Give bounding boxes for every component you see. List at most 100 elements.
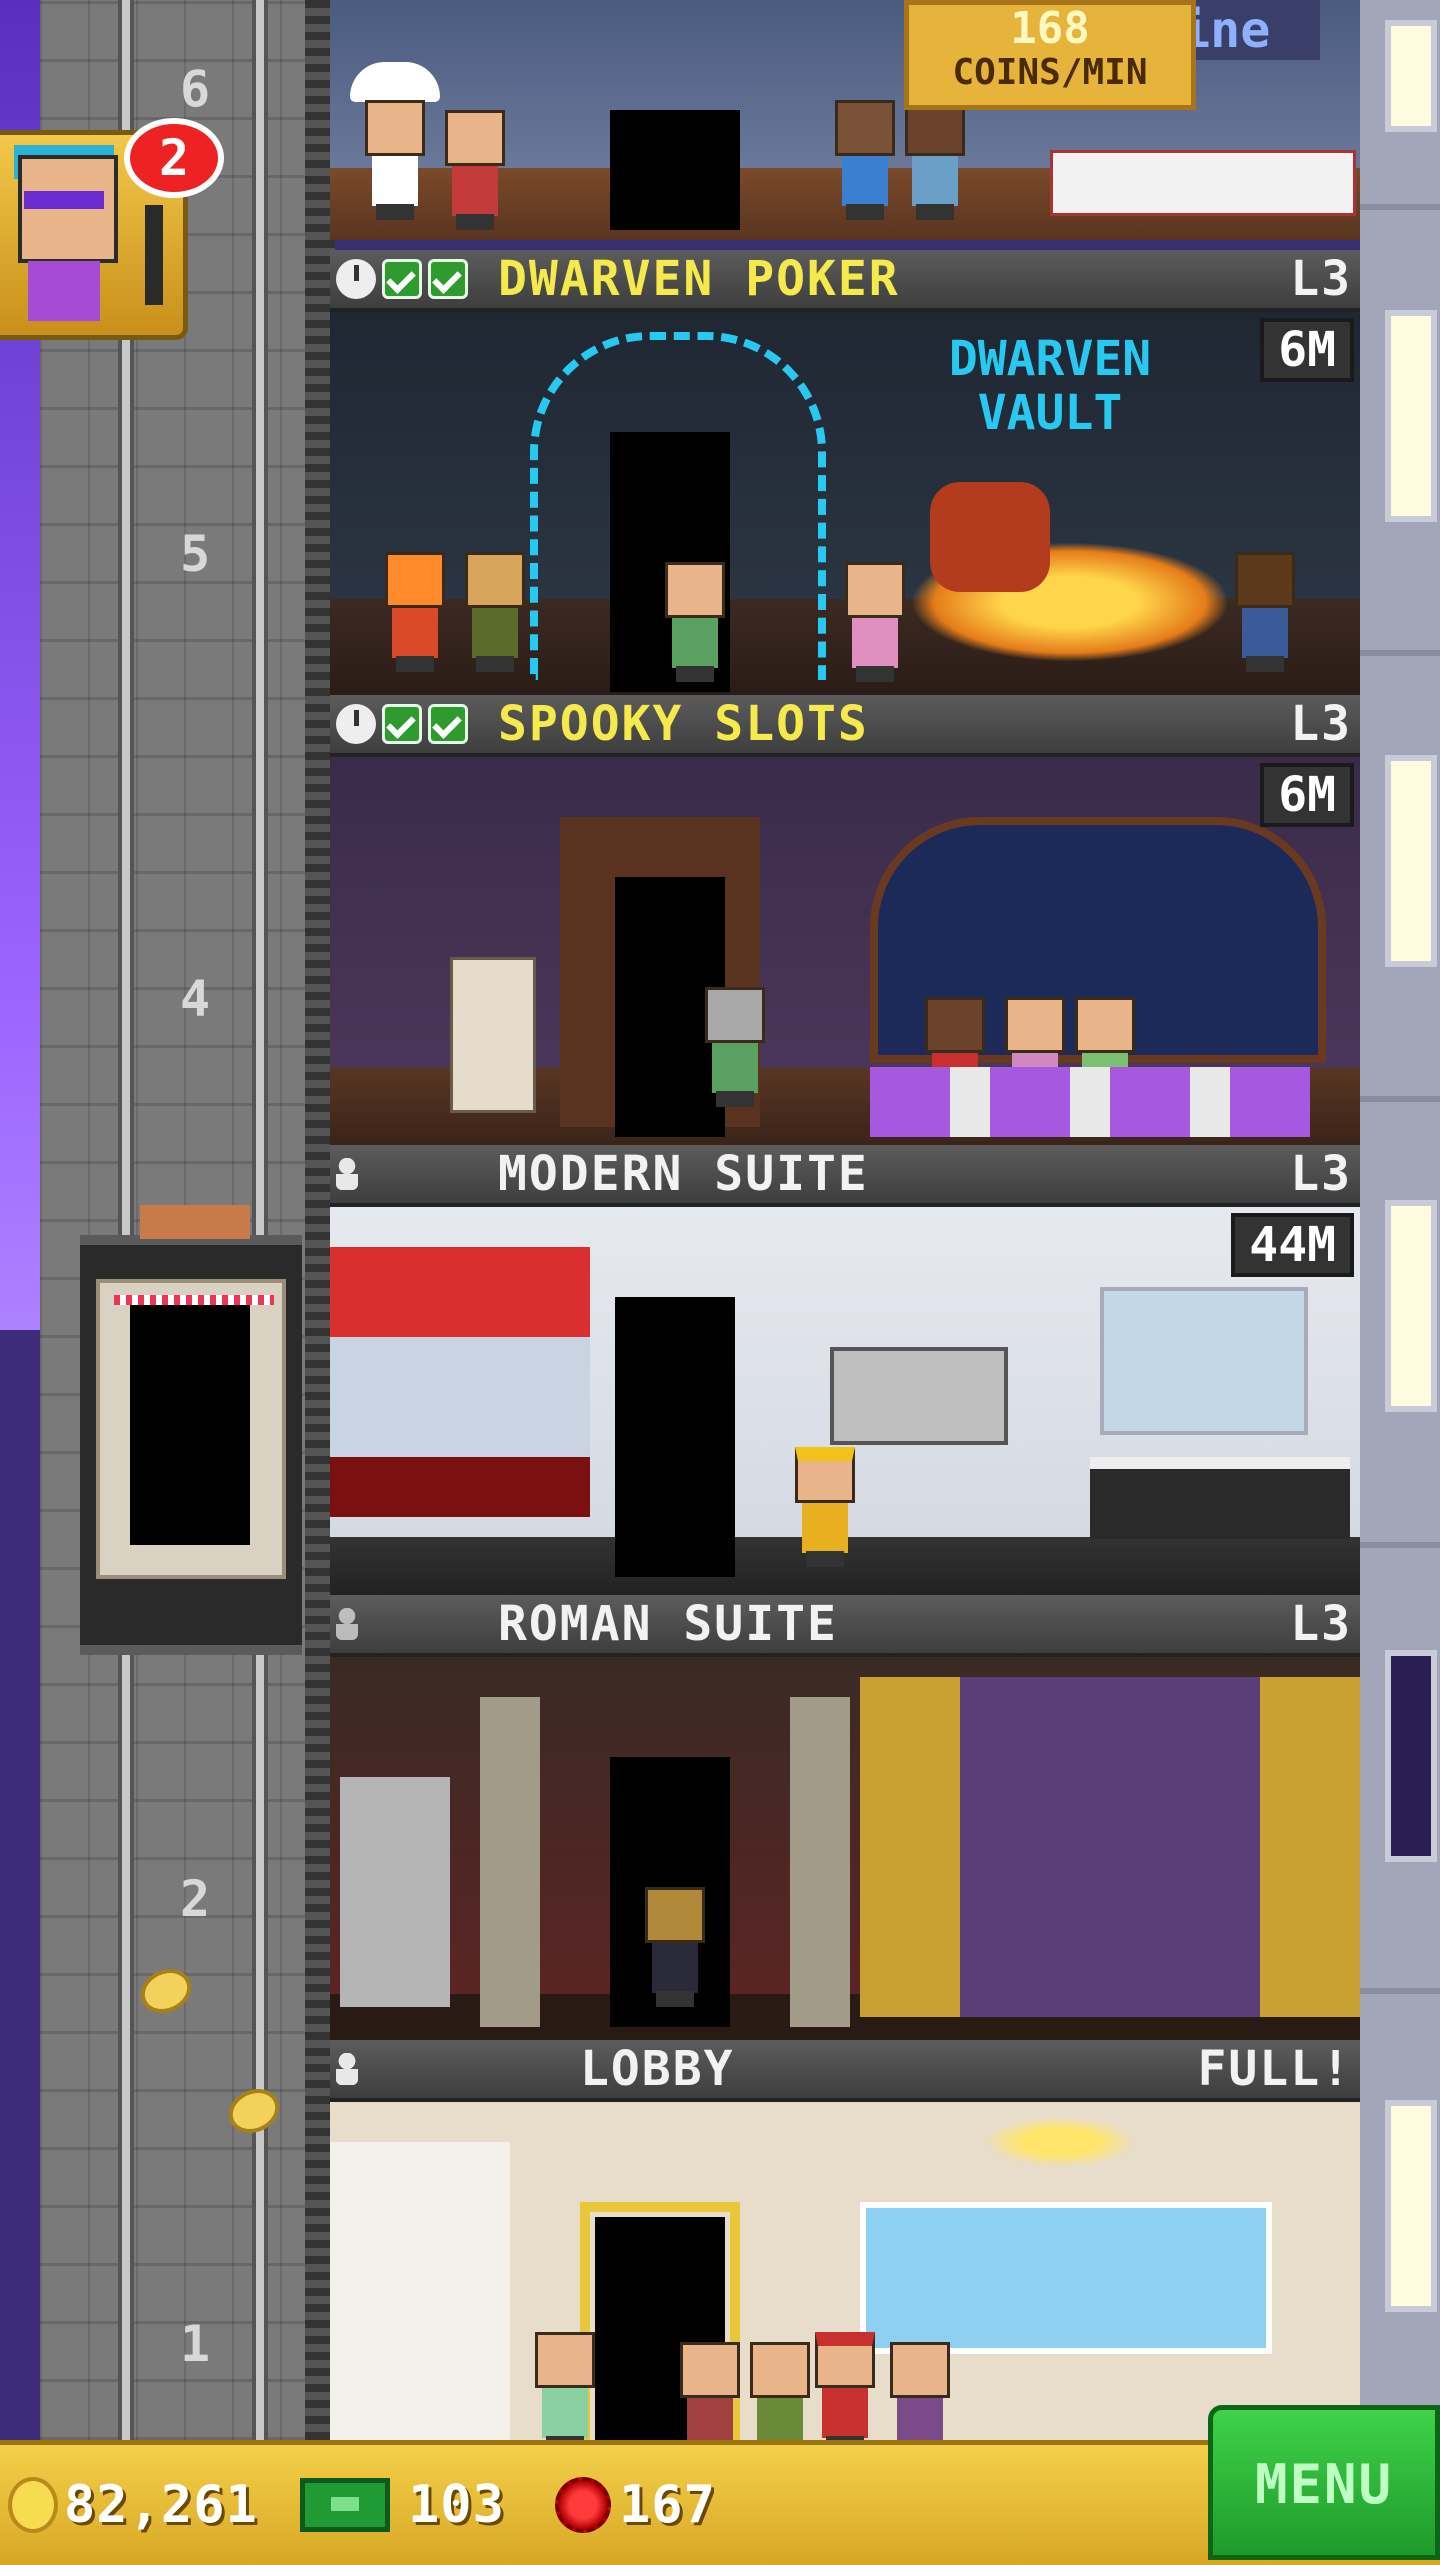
floor-status-icons xyxy=(336,704,468,744)
floor-restaurant[interactable]: Cuisine 168 COINS/MIN xyxy=(330,0,1360,250)
clock-icon xyxy=(336,704,376,744)
bitizen-shirt xyxy=(28,261,100,321)
red-wall-panel xyxy=(330,1247,590,1517)
bux-value: 103 xyxy=(408,2475,505,2535)
floor-roman-suite[interactable]: ROMAN SUITE L3 xyxy=(330,1595,1360,2040)
income-badge: 44M xyxy=(1231,1213,1354,1277)
floor-level: L3 xyxy=(1290,1596,1352,1652)
suite-door xyxy=(615,1297,735,1577)
check-icon xyxy=(382,259,422,299)
column xyxy=(480,1697,540,2027)
elevator-lamp xyxy=(140,1205,250,1239)
bitizen[interactable] xyxy=(885,2342,955,2440)
floor-level: L3 xyxy=(1290,696,1352,752)
income-badge: 6M xyxy=(1260,318,1354,382)
gems-counter[interactable]: 167 xyxy=(555,2445,716,2565)
shaft-floor-number-1: 1 xyxy=(179,2315,211,2373)
floor-modern-suite[interactable]: MODERN SUITE L3 44M xyxy=(330,1145,1360,1595)
floor-lobby[interactable]: LOBBY FULL! xyxy=(330,2040,1360,2440)
bitizen-sunglasses xyxy=(24,191,104,209)
wall-art xyxy=(830,1347,1008,1445)
coins-counter[interactable]: 82,261 xyxy=(8,2445,258,2565)
curtained-window xyxy=(860,1677,1360,2017)
floor-name: SPOOKY SLOTS xyxy=(498,696,869,752)
bitizen-avatar-icon xyxy=(18,155,118,263)
dragon xyxy=(930,482,1050,592)
bitizen[interactable] xyxy=(440,110,510,230)
right-window xyxy=(1385,1650,1437,1862)
coins-value: 82,261 xyxy=(64,2475,258,2535)
exclamation-icon xyxy=(145,205,163,305)
gems-value: 167 xyxy=(619,2475,716,2535)
floor-name: ROMAN SUITE xyxy=(498,1596,838,1652)
bitizen-zombie[interactable] xyxy=(700,987,770,1107)
slot-machines-row xyxy=(870,1067,1310,1137)
bitizen[interactable] xyxy=(830,100,900,220)
column xyxy=(790,1697,850,2027)
income-badge: 6M xyxy=(1260,763,1354,827)
elevator-strip xyxy=(114,1295,274,1305)
lobby-wall-panel xyxy=(330,2142,510,2440)
bitizen-dwarf[interactable] xyxy=(1230,552,1300,672)
city-skyline xyxy=(0,1330,40,2440)
room-spooky-slots-interior xyxy=(330,757,1360,1145)
bitizen[interactable] xyxy=(900,100,970,220)
floor-status-icons xyxy=(336,259,468,299)
right-window xyxy=(1385,755,1437,967)
vault-sign: DWARVEN VAULT xyxy=(948,331,1152,441)
room-modern-suite-interior xyxy=(330,1207,1360,1595)
floor-spooky-slots[interactable]: SPOOKY SLOTS L3 6M xyxy=(330,695,1360,1145)
room-roman-suite-interior xyxy=(330,1657,1360,2040)
floor-name: MODERN SUITE xyxy=(498,1146,869,1202)
bitizen-firefighter[interactable] xyxy=(790,1447,860,1567)
restaurant-door xyxy=(610,110,740,230)
bitizen[interactable] xyxy=(380,552,450,672)
coin-rate-unit: COINS/MIN xyxy=(952,52,1148,93)
shaft-floor-number-6: 6 xyxy=(179,60,211,118)
elevator-door xyxy=(130,1305,250,1545)
shaft-rail-left xyxy=(118,0,134,2440)
dining-table xyxy=(1050,150,1356,216)
gem-icon xyxy=(555,2477,611,2533)
floor-level: L3 xyxy=(1290,1146,1352,1202)
shaft-rail-right xyxy=(252,0,268,2440)
bitizen[interactable] xyxy=(745,2342,815,2440)
floor-header: MODERN SUITE L3 xyxy=(330,1145,1360,1207)
floor-name: DWARVEN POKER xyxy=(498,251,900,307)
bitizen[interactable] xyxy=(460,552,530,672)
floor-header: LOBBY FULL! xyxy=(330,2040,1360,2102)
coin-rate-value: 168 xyxy=(1010,3,1090,54)
menu-button[interactable]: MENU xyxy=(1208,2405,1440,2560)
right-window xyxy=(1385,2100,1437,2312)
coin-icon xyxy=(8,2477,58,2533)
lobby-aquarium xyxy=(860,2202,1272,2354)
clock-icon xyxy=(336,259,376,299)
bitizen-bellhop[interactable] xyxy=(810,2332,880,2440)
floor-dwarven-poker[interactable]: DWARVEN POKER L3 DWARVEN VAULT 6M xyxy=(330,250,1360,695)
right-window xyxy=(1385,1200,1437,1412)
chef-hat xyxy=(350,62,440,102)
elevator-car[interactable] xyxy=(80,1205,302,1655)
resident-empty-icon xyxy=(336,1158,358,1190)
room-restaurant-interior: Cuisine xyxy=(330,0,1360,240)
check-icon xyxy=(428,704,468,744)
statue xyxy=(340,1777,450,2007)
chandelier xyxy=(970,2112,1150,2172)
right-window xyxy=(1385,20,1437,132)
bitizen[interactable] xyxy=(840,562,910,682)
bitizen[interactable] xyxy=(660,562,730,682)
room-dwarven-poker-interior: DWARVEN VAULT xyxy=(330,312,1360,695)
room-lobby-interior xyxy=(330,2102,1360,2440)
bitizen[interactable] xyxy=(675,2342,745,2440)
bux-counter[interactable]: 103 xyxy=(300,2445,505,2565)
floor-level: L3 xyxy=(1290,251,1352,307)
bitizen-chef[interactable] xyxy=(360,100,430,220)
coin-rate-banner[interactable]: 168 COINS/MIN xyxy=(904,0,1196,110)
check-icon xyxy=(428,259,468,299)
bed xyxy=(1090,1457,1350,1539)
shaft-floor-number-2: 2 xyxy=(179,1870,211,1928)
bitizen[interactable] xyxy=(530,2332,600,2440)
floor-header: ROMAN SUITE L3 xyxy=(330,1595,1360,1657)
shaft-floor-number-5: 5 xyxy=(179,525,211,583)
bitizen-silhouette[interactable] xyxy=(640,1887,710,2007)
